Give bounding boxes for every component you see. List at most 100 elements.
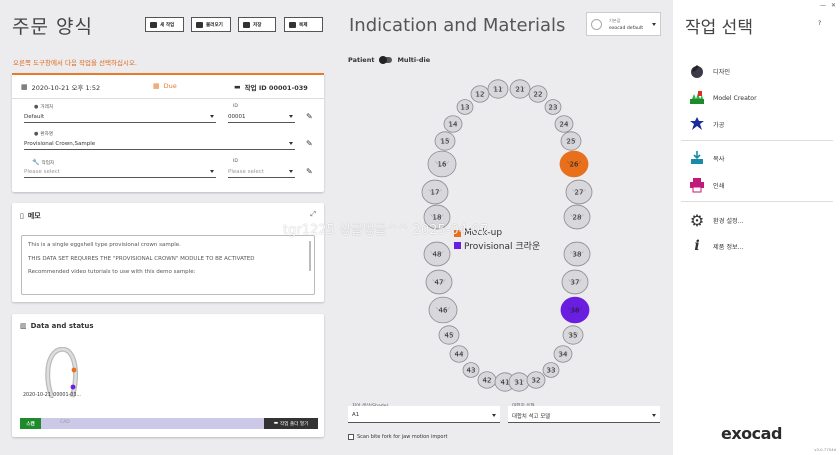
chevron-down-icon — [289, 142, 293, 145]
order-date: 2020-10-21 오후 1:52 — [31, 84, 101, 92]
tooth-11[interactable]: 11 — [487, 79, 509, 99]
tooth-13[interactable]: 13 — [456, 99, 474, 115]
memo-title: 메모 — [27, 212, 41, 220]
duplicate-icon — [289, 21, 296, 28]
exocad-logo: exocad — [721, 424, 782, 443]
load-button[interactable]: 불러오기 — [191, 17, 231, 32]
tooth-15[interactable]: 15 — [434, 131, 456, 151]
technician-id-select[interactable]: Please select — [228, 166, 295, 178]
edit-client-icon[interactable]: ✎ — [306, 113, 314, 121]
tooth-34[interactable]: 34 — [553, 345, 573, 363]
antagonist-select[interactable]: 대합치 석고 모델 — [508, 406, 660, 423]
tooth-28[interactable]: 28 — [563, 204, 591, 230]
help-icon[interactable]: ? — [818, 20, 821, 27]
edit-patient-icon[interactable]: ✎ — [306, 140, 314, 148]
chevron-down-icon — [652, 414, 656, 417]
chevron-down-icon — [289, 115, 293, 118]
tooth-45[interactable]: 45 — [438, 325, 460, 345]
tooth-number: 46 — [439, 306, 448, 314]
new-job-button[interactable]: 새 작업 — [145, 17, 184, 32]
tooth-23[interactable]: 23 — [544, 99, 562, 115]
version-label: v3.0-7754d — [814, 447, 836, 452]
client-id-select[interactable]: 00001 — [228, 111, 295, 123]
memo-scrollbar[interactable] — [309, 241, 311, 271]
tooth-number: 16 — [438, 160, 447, 168]
tooth-38[interactable]: 38 — [563, 241, 591, 267]
cad-step: CAD — [60, 420, 70, 425]
tooth-number: 23 — [549, 103, 558, 111]
tooth-26[interactable]: 26 — [559, 150, 589, 178]
tooth-37[interactable]: 37 — [561, 269, 589, 295]
tooth-33[interactable]: 33 — [542, 362, 560, 378]
folder-icon: ▬ — [234, 83, 241, 91]
tooth-number: 44 — [455, 350, 464, 358]
due-date[interactable]: ▦ Due — [153, 82, 177, 90]
technician-select[interactable]: Please select — [24, 166, 216, 178]
indication-title: Indication and Materials — [349, 15, 566, 36]
tooth-42[interactable]: 42 — [477, 371, 497, 389]
copy-button[interactable]: 복사 — [689, 150, 724, 166]
info-icon: i — [694, 238, 700, 254]
mill-button[interactable]: 가공 — [689, 116, 724, 132]
data-status-title: Data and status — [30, 322, 94, 330]
edit-technician-icon[interactable]: ✎ — [306, 168, 314, 176]
model-creator-button[interactable]: Model Creator — [689, 90, 757, 106]
tooth-31[interactable]: 31 — [508, 372, 530, 392]
workflow-status-bar: 스캔 CAD ▬ 작업 폴더 열기 — [20, 418, 318, 429]
tooth-46[interactable]: 46 — [428, 296, 458, 324]
job-id: 작업 ID 00001-039 — [244, 84, 308, 92]
chevron-down-icon — [492, 414, 496, 417]
tooth-14[interactable]: 14 — [443, 115, 463, 133]
save-button[interactable]: 저장 — [238, 17, 276, 32]
tooth-number: 33 — [547, 366, 556, 374]
tooth-22[interactable]: 22 — [528, 85, 548, 103]
close-icon[interactable]: ✕ — [831, 2, 836, 9]
memo-textarea[interactable]: This is a single eggshell type provision… — [21, 235, 315, 295]
minimize-icon[interactable]: — — [820, 2, 826, 9]
tooth-number: 14 — [449, 120, 458, 128]
tooth-number: 21 — [516, 85, 525, 93]
tooth-27[interactable]: 27 — [565, 179, 593, 205]
tooth-32[interactable]: 32 — [526, 371, 546, 389]
product-info-button[interactable]: i 제품 정보... — [689, 238, 743, 254]
tooth-12[interactable]: 12 — [470, 85, 490, 103]
tooth-35[interactable]: 35 — [562, 325, 584, 345]
tooth-number: 15 — [441, 137, 450, 145]
tooth-47[interactable]: 47 — [425, 269, 453, 295]
tooth-number: 37 — [571, 278, 580, 286]
print-button[interactable]: 인쇄 — [689, 177, 724, 193]
client-id-label: ID — [233, 104, 238, 109]
open-job-folder-button[interactable]: ▬ 작업 폴더 열기 — [264, 418, 318, 429]
tooth-25[interactable]: 25 — [560, 131, 582, 151]
tooth-number: 34 — [559, 350, 568, 358]
shade-select[interactable]: A1 — [348, 406, 500, 423]
settings-button[interactable]: ⚙ 환경 설정... — [689, 210, 744, 230]
client-select[interactable]: Default — [24, 111, 216, 123]
settings-icon: ⚙ — [689, 210, 705, 230]
data-status-card: ▥ Data and status 2020-10-21_00001-03...… — [12, 314, 324, 437]
legend-provisional: Provisional 크라운 — [454, 239, 540, 252]
tooth-number: 43 — [467, 366, 476, 374]
preset-select[interactable]: 기본값 exocad default — [586, 12, 661, 36]
tooth-number: 31 — [515, 378, 524, 386]
tooth-24[interactable]: 24 — [554, 115, 574, 133]
tooth-16[interactable]: 16 — [427, 150, 457, 178]
tooth-17[interactable]: 17 — [421, 179, 449, 205]
design-button[interactable]: 디자인 — [689, 63, 730, 79]
technician-label: 작업자 — [41, 160, 55, 166]
tooth-48[interactable]: 48 — [423, 241, 451, 267]
tooth-number: 17 — [431, 188, 440, 196]
scan-step[interactable]: 스캔 — [20, 418, 41, 429]
expand-icon[interactable]: ⤢ — [310, 210, 316, 219]
watermark-text: tgr1225 싱글벙글^^ 2025-04-07 — [283, 223, 489, 238]
tooth-36[interactable]: 36 — [560, 296, 590, 324]
tooth-43[interactable]: 43 — [462, 362, 480, 378]
tooth-21[interactable]: 21 — [509, 79, 531, 99]
scan-bite-checkbox[interactable] — [348, 434, 354, 440]
multi-die-toggle[interactable] — [379, 56, 393, 64]
tooth-44[interactable]: 44 — [449, 345, 469, 363]
memo-card: ▯ 메모 ⤢ This is a single eggshell type pr… — [12, 203, 324, 302]
patient-select[interactable]: Provisional Crown,Sample — [24, 138, 295, 150]
duplicate-button[interactable]: 복제 — [284, 17, 323, 32]
design-icon — [689, 63, 705, 79]
